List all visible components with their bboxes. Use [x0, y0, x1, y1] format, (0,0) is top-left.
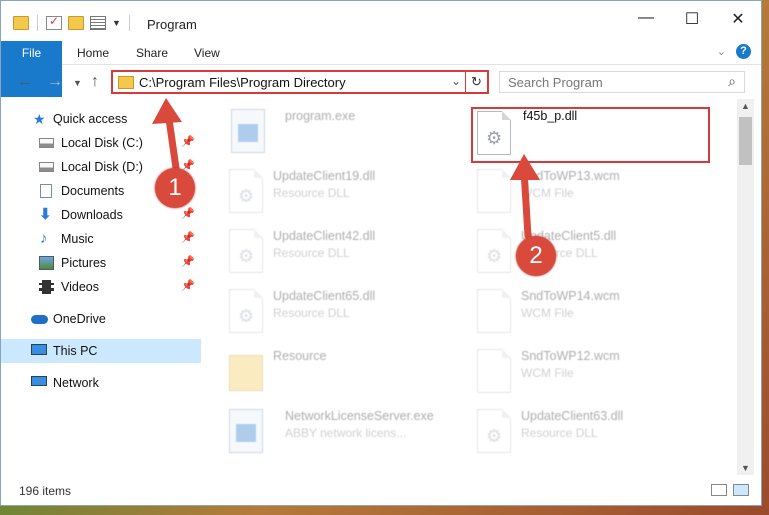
step-1-marker: 1 [155, 168, 195, 208]
arrow-head-dll [510, 154, 540, 180]
annotation-arrows [152, 98, 540, 240]
step-2-marker: 2 [516, 236, 556, 276]
arrow-head-address [152, 98, 182, 124]
